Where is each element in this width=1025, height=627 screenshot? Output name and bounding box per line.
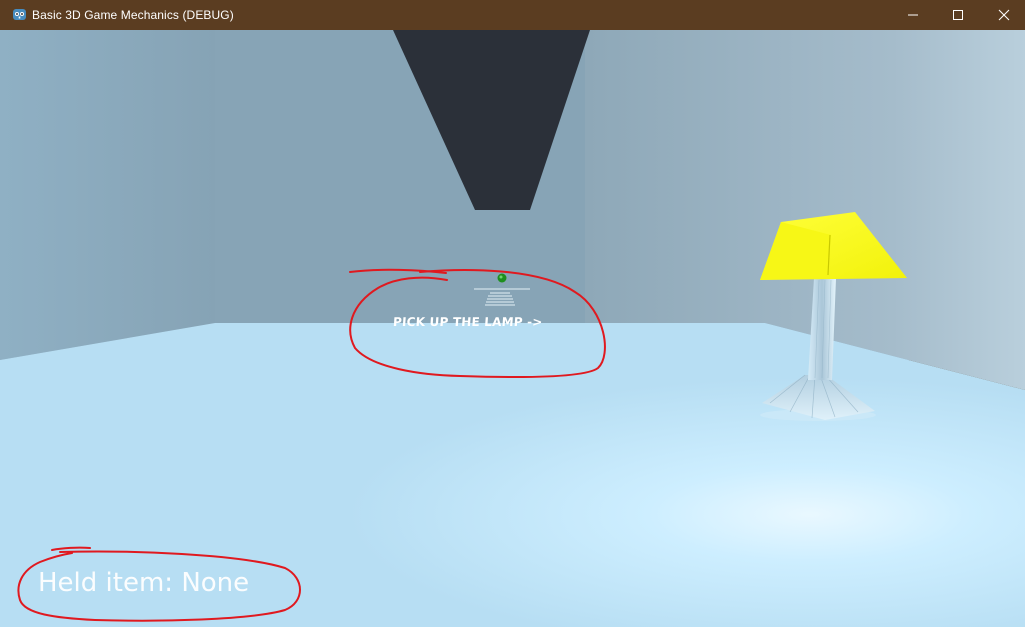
pickup-hint-label: PICK UP THE LAMP -> xyxy=(392,315,544,329)
maximize-button[interactable] xyxy=(935,0,981,30)
game-window: Basic 3D Game Mechanics (DEBUG) PICK UP … xyxy=(0,0,1025,627)
held-item-label: Held item: None xyxy=(38,568,249,598)
title-bar[interactable]: Basic 3D Game Mechanics (DEBUG) xyxy=(0,0,1025,30)
godot-app-icon xyxy=(12,7,27,22)
close-button[interactable] xyxy=(981,0,1025,30)
game-viewport[interactable]: PICK UP THE LAMP -> Held item: None xyxy=(0,30,1025,627)
window-title: Basic 3D Game Mechanics (DEBUG) xyxy=(32,8,234,22)
minimize-button[interactable] xyxy=(890,0,936,30)
maximize-icon xyxy=(953,10,963,20)
held-item-value: None xyxy=(181,568,250,598)
close-icon xyxy=(998,9,1010,21)
held-item-prefix: Held item: xyxy=(38,568,174,598)
crosshair-highlight xyxy=(499,275,503,279)
minimize-icon xyxy=(908,14,918,16)
left-wall xyxy=(0,30,215,360)
